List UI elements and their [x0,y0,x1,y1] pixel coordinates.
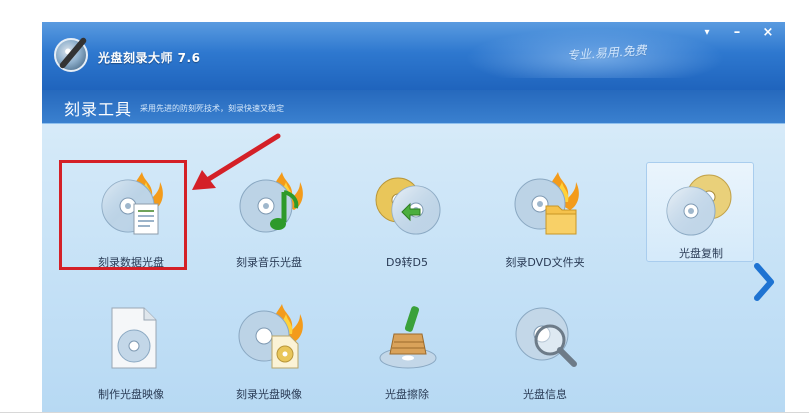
tool-d9-to-d5[interactable]: D9转D5 [348,162,466,280]
d9-to-d5-icon [375,177,441,235]
tool-label: 制作光盘映像 [98,388,164,401]
tool-label: 光盘擦除 [385,388,429,401]
minimize-button[interactable]: – [728,24,746,42]
close-button[interactable]: × [759,24,777,42]
tool-disc-copy[interactable]: 光盘复制 [646,162,754,262]
data-disc-burn-icon [101,172,163,235]
tool-disc-info[interactable]: 光盘信息 [486,294,604,412]
app-window: 光盘刻录大师 7.6 专业.易用.免费 ▾ – × 刻录工具 采用先进的防刻死技… [42,22,785,412]
next-page-chevron-icon[interactable] [752,262,776,302]
tool-label: 刻录数据光盘 [98,256,164,269]
disc-copy-icon [666,174,732,236]
tool-label: 刻录音乐光盘 [236,256,302,269]
music-disc-burn-icon [239,172,303,233]
disc-image-burn-icon [238,304,303,369]
app-title: 光盘刻录大师 7.6 [98,51,201,65]
tool-burn-data-disc[interactable]: 刻录数据光盘 [72,162,190,280]
disc-info-icon [515,307,577,367]
tool-burn-dvd-folder[interactable]: 刻录DVD文件夹 [486,162,604,280]
tool-burn-music-disc[interactable]: 刻录音乐光盘 [210,162,328,280]
section-description: 采用先进的防刻死技术，刻录快速又稳定 [140,104,284,113]
tool-erase-disc[interactable]: 光盘擦除 [348,294,466,412]
disc-burner-logo-icon [54,38,88,72]
disc-erase-icon [379,306,437,369]
menu-dropdown-button[interactable]: ▾ [698,24,716,42]
app-slogan: 专业.易用.免费 [566,43,648,63]
tool-label: 光盘信息 [523,388,567,401]
tool-label: 刻录DVD文件夹 [505,256,585,269]
disc-image-create-icon [111,307,157,369]
section-title: 刻录工具 [64,100,133,119]
tool-burn-disc-image[interactable]: 刻录光盘映像 [210,294,328,412]
dvd-folder-burn-icon [514,172,579,235]
tool-label: 光盘复制 [679,247,723,260]
tool-label: D9转D5 [386,256,428,269]
title-bar[interactable]: 光盘刻录大师 7.6 专业.易用.免费 ▾ – × [42,22,785,90]
tool-label: 刻录光盘映像 [236,388,302,401]
bottom-strip [0,412,809,419]
section-header: 刻录工具 采用先进的防刻死技术，刻录快速又稳定 [42,90,785,124]
tool-create-disc-image[interactable]: 制作光盘映像 [72,294,190,412]
